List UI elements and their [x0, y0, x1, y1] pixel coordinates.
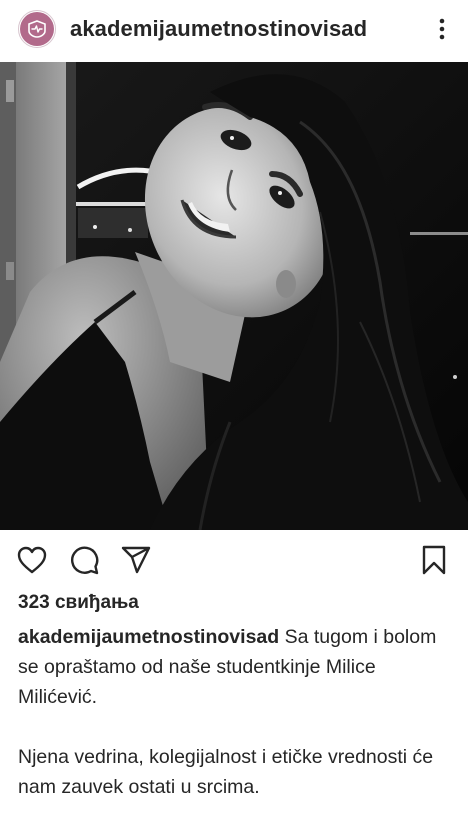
share-button[interactable] [118, 542, 154, 578]
more-vertical-icon [439, 18, 445, 40]
post-username[interactable]: akademijaumetnostinovisad [70, 16, 430, 42]
comment-icon [71, 546, 99, 575]
send-icon [121, 546, 151, 574]
post-actions [0, 540, 468, 580]
caption-username[interactable]: akademijaumetnostinovisad [18, 626, 279, 648]
bookmark-icon [422, 545, 446, 575]
instagram-post: akademijaumetnostinovisad 323 свиђања ak… [0, 0, 468, 814]
post-image[interactable] [0, 62, 468, 530]
post-caption: akademijaumetnostinovisad Sa tugom i bol… [18, 622, 458, 802]
caption-text-2: Njena vedrina, kolegijalnost i etičke vr… [18, 746, 434, 798]
save-button[interactable] [416, 542, 452, 578]
more-options-button[interactable] [430, 11, 454, 47]
post-header: akademijaumetnostinovisad [0, 0, 468, 58]
heart-icon [17, 546, 47, 574]
academy-logo-icon [20, 12, 54, 46]
like-button[interactable] [14, 542, 50, 578]
caption-paragraph: akademijaumetnostinovisad Sa tugom i bol… [18, 622, 458, 712]
likes-count[interactable]: 323 свиђања [18, 592, 139, 614]
comment-button[interactable] [66, 542, 102, 578]
avatar[interactable] [18, 10, 56, 48]
